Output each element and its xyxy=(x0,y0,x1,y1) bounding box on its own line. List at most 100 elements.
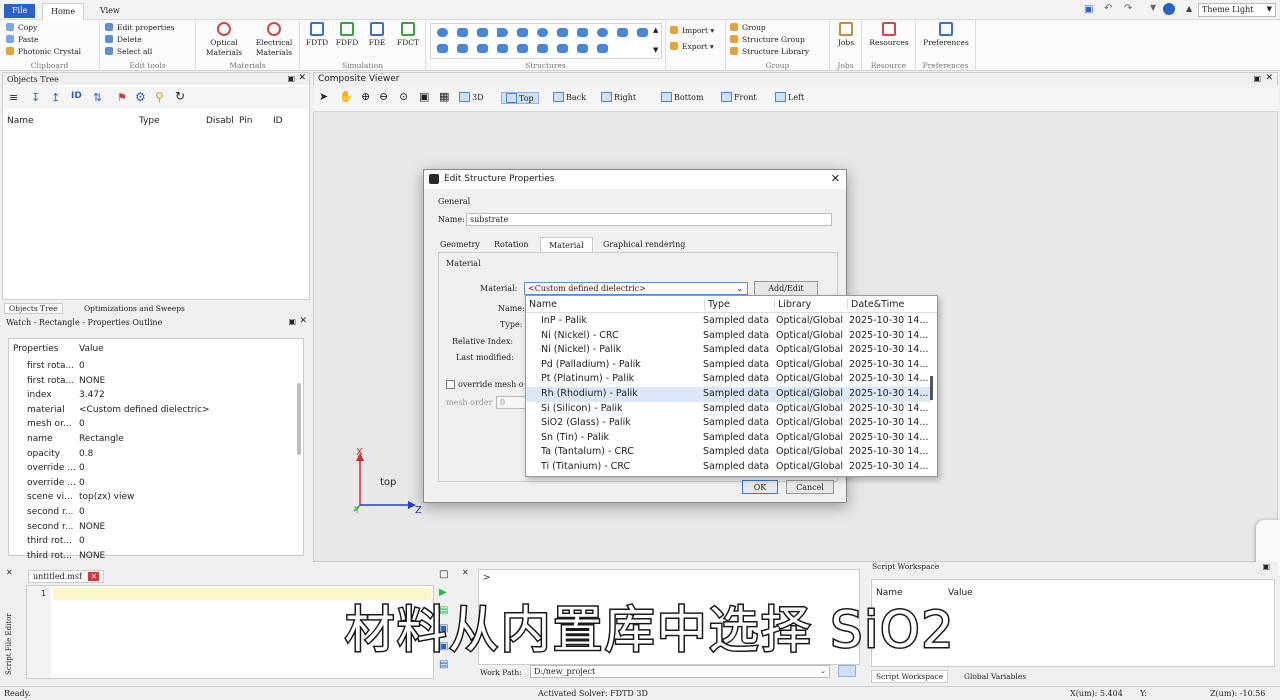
photonic-crystal-button[interactable]: Photonic Crystal xyxy=(6,47,81,56)
fdfd-button[interactable]: FDFD xyxy=(334,22,360,48)
material-list-item[interactable]: Ni (Nickel) - CRC Sampled data Optical/Glo… xyxy=(526,329,931,344)
fdtd-button[interactable]: FDTD xyxy=(304,22,330,48)
browse-folder-icon[interactable] xyxy=(838,665,856,677)
dd-col-library[interactable]: Library xyxy=(774,299,811,310)
ring-shape-icon[interactable] xyxy=(537,28,548,37)
sphere-shape-icon[interactable] xyxy=(437,28,448,37)
collapse-ribbon-icon[interactable]: ▲ xyxy=(1186,4,1192,13)
gallery-scroll-up-icon[interactable]: ▲ xyxy=(653,26,658,34)
electrical-materials-button[interactable]: Electrical Materials xyxy=(248,22,300,58)
paste-button[interactable]: Paste xyxy=(6,35,38,44)
ok-button[interactable]: OK xyxy=(742,480,778,494)
property-value[interactable]: 0.8 xyxy=(79,449,93,459)
cone-shape-icon[interactable] xyxy=(497,28,508,37)
view-back-button[interactable]: Back xyxy=(553,92,586,102)
view-top-button[interactable]: Top xyxy=(501,92,539,104)
zoom-fit-icon[interactable]: ⊙ xyxy=(399,90,408,103)
override-mesh-checkbox[interactable] xyxy=(446,380,455,389)
export-button[interactable]: Export ▾ xyxy=(670,42,714,51)
gallery-scroll-down-icon[interactable]: ▼ xyxy=(653,46,658,54)
material-list-item[interactable]: Si (Silicon) - Palik Sampled data Optical/… xyxy=(526,402,931,417)
tab-optimizations[interactable]: Optimizations and Sweeps xyxy=(84,304,185,313)
col-type[interactable]: Type xyxy=(139,116,160,126)
redo-icon[interactable]: ↷ xyxy=(1124,3,1132,14)
zoom-region-icon[interactable]: ▣ xyxy=(419,90,429,103)
optical-materials-button[interactable]: Optical Materials xyxy=(200,22,248,58)
close-icon[interactable]: ✕ xyxy=(1265,73,1273,83)
key-icon[interactable]: ⚲ xyxy=(155,90,164,104)
cancel-button[interactable]: Cancel xyxy=(786,480,834,494)
material-select[interactable]: <Custom defined dielectric> ⌄ xyxy=(524,282,748,295)
view-left-button[interactable]: Left xyxy=(775,92,804,102)
waveguide-shape-icon[interactable] xyxy=(577,28,588,37)
close-icon[interactable]: ✕ xyxy=(462,568,469,577)
structure-group-button[interactable]: Structure Group xyxy=(730,35,805,44)
col-name[interactable]: Name xyxy=(7,116,34,126)
new-file-icon[interactable]: □ xyxy=(439,569,448,580)
custom-shape-icon[interactable] xyxy=(637,28,648,37)
property-value[interactable]: <Custom defined dielectric> xyxy=(79,405,210,415)
mesh-order-field[interactable]: 0 xyxy=(496,396,526,409)
work-path-field[interactable]: D:/new_project ⌄ xyxy=(530,665,830,678)
polygon-shape-icon[interactable] xyxy=(557,28,568,37)
fde-button[interactable]: FDE xyxy=(364,22,390,48)
edit-properties-button[interactable]: Edit properties xyxy=(105,23,175,32)
float-panel-icon[interactable]: ▣ xyxy=(1262,562,1270,571)
material-list-item[interactable]: Sn (Tin) - Palik Sampled data Optical/Glob… xyxy=(526,431,931,446)
ellipsoid-shape-icon[interactable] xyxy=(597,28,608,37)
material-list-item[interactable]: Pt (Platinum) - Palik Sampled data Optical… xyxy=(526,372,931,387)
property-value[interactable]: 3.472 xyxy=(79,390,105,400)
grid-shape-icon[interactable] xyxy=(597,44,608,53)
close-icon[interactable]: ✕ xyxy=(298,73,306,83)
fdct-button[interactable]: FDCT xyxy=(394,22,422,48)
delete-button[interactable]: Delete xyxy=(105,35,142,44)
bend-shape-icon[interactable] xyxy=(437,44,448,53)
pointer-icon[interactable]: ➤ xyxy=(319,90,328,103)
spline-shape-icon[interactable] xyxy=(497,44,508,53)
material-list-item[interactable]: Ti (Titanium) - CRC Sampled data Optical/G… xyxy=(526,460,931,475)
taper-shape-icon[interactable] xyxy=(457,44,468,53)
material-list-item[interactable]: Pd (Palladium) - Palik Sampled data Optica… xyxy=(526,358,931,373)
structures-gallery[interactable]: ▲ ▼ xyxy=(430,23,662,59)
property-value[interactable]: 0 xyxy=(79,507,85,517)
flag-icon[interactable]: ⚑ xyxy=(117,91,127,104)
dd-col-date[interactable]: Date&Time xyxy=(847,299,904,310)
tab-home[interactable]: Home xyxy=(42,3,85,20)
pyramid-shape-icon[interactable] xyxy=(517,28,528,37)
property-value[interactable]: Rectangle xyxy=(79,434,124,444)
tab-objects-tree[interactable]: Objects Tree xyxy=(4,303,63,314)
arc-shape-icon[interactable] xyxy=(477,44,488,53)
tab-geometry[interactable]: Geometry xyxy=(440,240,480,249)
close-icon[interactable]: ✕ xyxy=(6,568,13,577)
reset-view-icon[interactable]: ▦ xyxy=(439,90,449,103)
select-all-button[interactable]: Select all xyxy=(105,47,152,56)
gear-icon[interactable]: ⚙ xyxy=(135,90,146,104)
close-icon[interactable]: ✕ xyxy=(299,316,307,326)
tab-rotation[interactable]: Rotation xyxy=(494,240,529,249)
float-panel-icon[interactable]: ▣ xyxy=(287,74,295,83)
star-shape-icon[interactable] xyxy=(517,44,528,53)
save-icon[interactable]: ▣ xyxy=(1084,4,1093,15)
tree-expand-icon[interactable]: ≡ xyxy=(9,91,18,104)
col-pin[interactable]: Pin xyxy=(239,116,252,126)
property-value[interactable]: 0 xyxy=(79,361,85,371)
box-shape-icon[interactable] xyxy=(557,44,568,53)
theme-select[interactable]: Theme Light ▼ xyxy=(1198,3,1276,17)
float-panel-icon[interactable]: ▣ xyxy=(288,317,296,326)
jobs-button[interactable]: Jobs xyxy=(833,22,859,48)
property-value[interactable]: 0 xyxy=(79,536,85,546)
property-value[interactable]: NONE xyxy=(79,551,105,561)
zoom-out-icon[interactable]: ⊖ xyxy=(379,90,388,103)
property-value[interactable]: 0 xyxy=(79,478,85,488)
material-list-item[interactable]: Ni (Nickel) - Palik Sampled data Optical/G… xyxy=(526,343,931,358)
view-3d-button[interactable]: 3D xyxy=(459,92,484,102)
copy-button[interactable]: Copy xyxy=(6,23,37,32)
view-bottom-button[interactable]: Bottom xyxy=(661,92,704,102)
tab-view[interactable]: View xyxy=(92,3,128,20)
tab-file[interactable]: File xyxy=(4,4,36,18)
help-icon[interactable] xyxy=(1163,3,1175,15)
scrollbar-thumb[interactable] xyxy=(297,383,301,455)
cylinder-shape-icon[interactable] xyxy=(477,28,488,37)
close-icon[interactable]: ✕ xyxy=(831,172,840,185)
id-icon[interactable]: ID xyxy=(71,91,82,101)
